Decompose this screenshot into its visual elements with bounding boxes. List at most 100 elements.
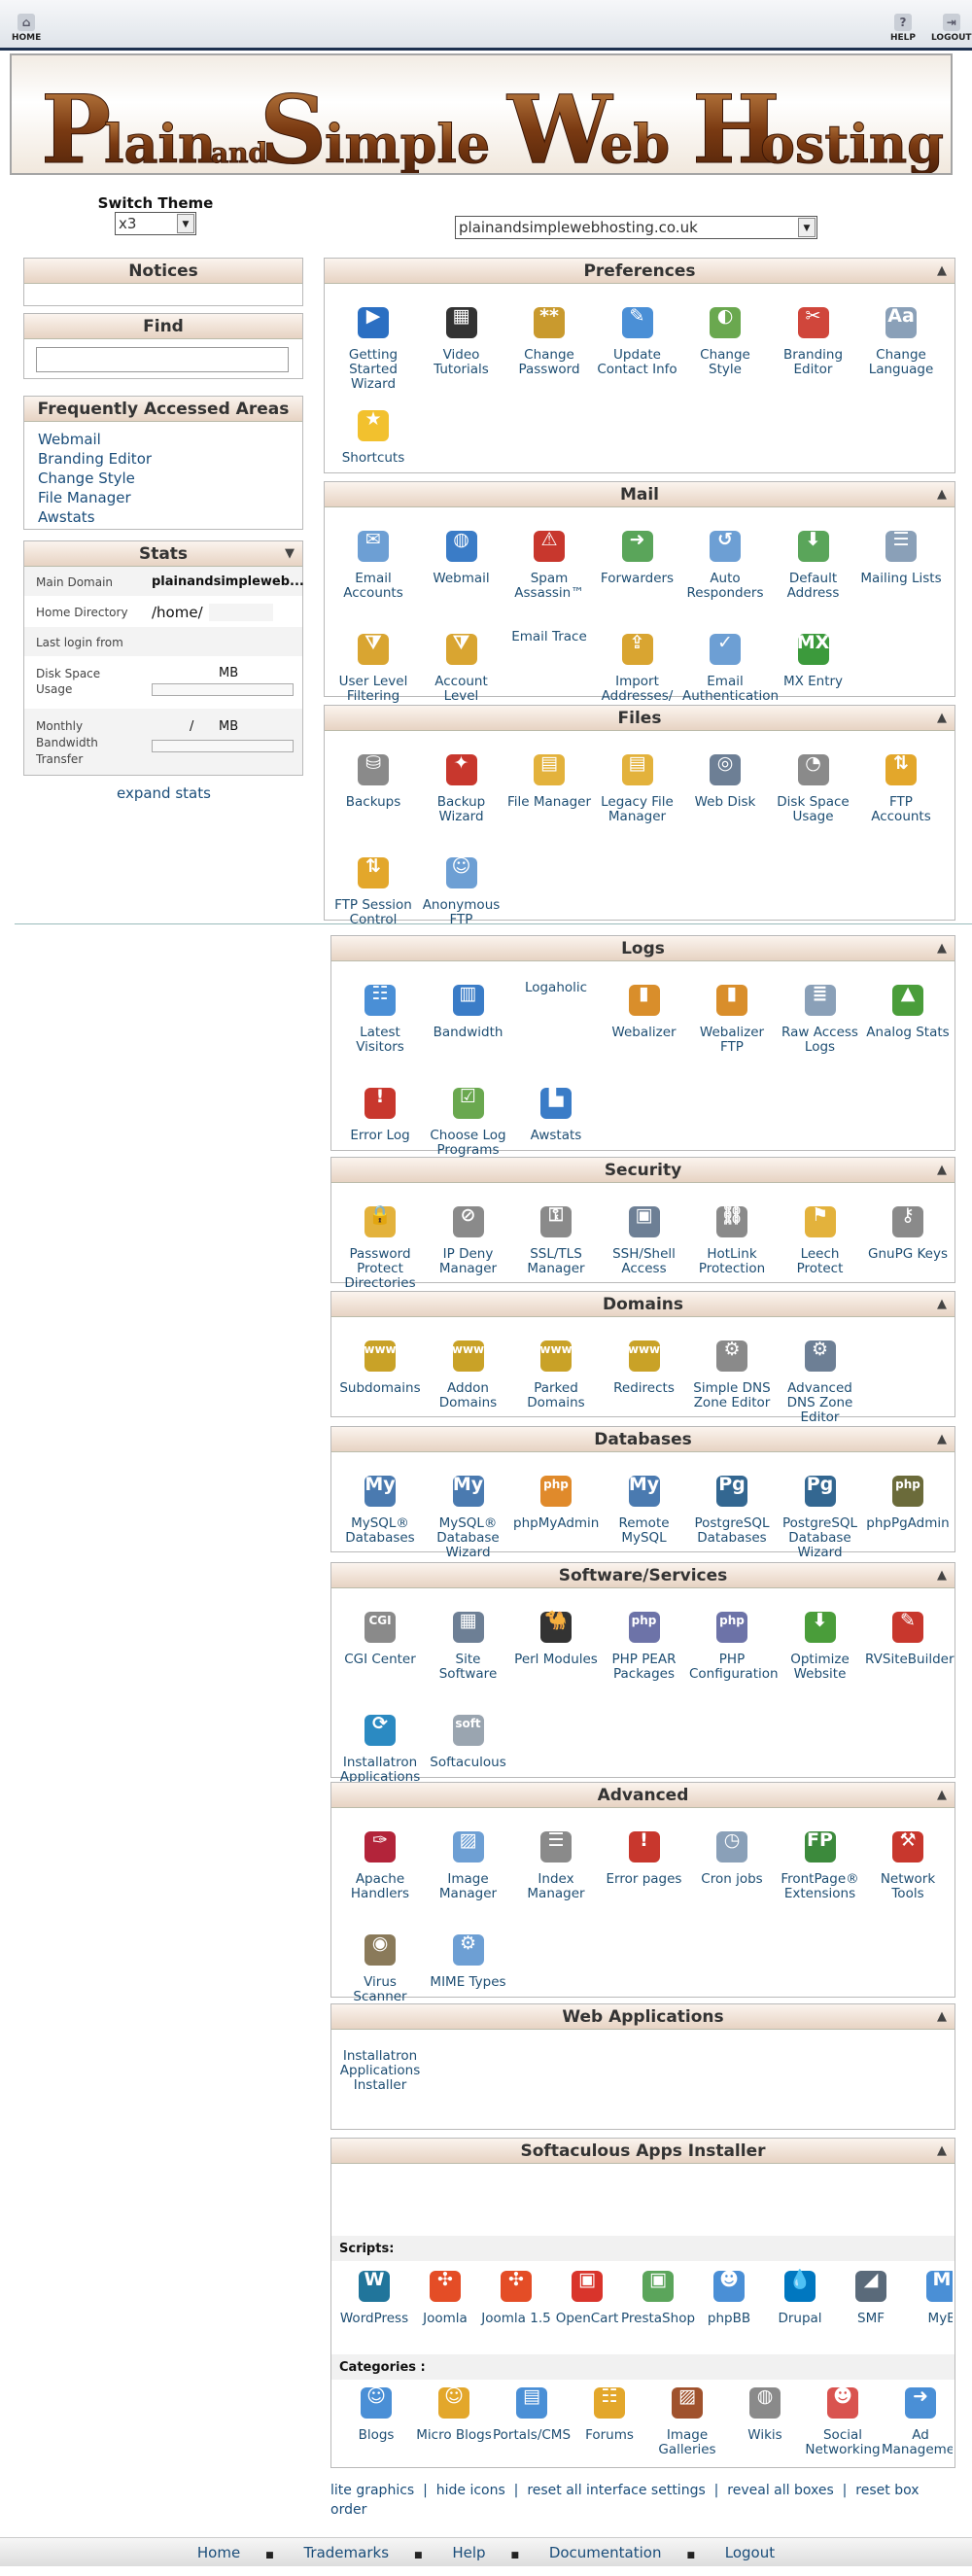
item-password-protect-directories[interactable]: 🔒 Password Protect Directories	[337, 1202, 423, 1291]
logout-link[interactable]: ⇥ LOGOUT	[931, 14, 972, 43]
item-redirects[interactable]: www Redirects	[602, 1337, 687, 1396]
item-rvsitebuilder[interactable]: ✎ RVSiteBuilder	[865, 1608, 955, 1667]
item-softaculous[interactable]: soft Softaculous	[426, 1711, 511, 1770]
footer-help-link[interactable]: Help	[452, 2544, 485, 2561]
item-raw-access-logs[interactable]: ≣ Raw Access Logs	[778, 981, 863, 1055]
item-blogs[interactable]: ☺ Blogs	[337, 2384, 415, 2443]
help-link[interactable]: ? HELP	[890, 14, 916, 43]
reveal-boxes-link[interactable]: reveal all boxes	[727, 2483, 833, 2498]
item-analog-stats[interactable]: ▲ Analog Stats	[865, 981, 951, 1040]
hide-icons-link[interactable]: hide icons	[436, 2483, 505, 2498]
item-ip-deny-manager[interactable]: ⊘ IP Deny Manager	[426, 1202, 511, 1276]
item-postgresql-database-wizard[interactable]: Pg PostgreSQL Database Wizard	[778, 1472, 863, 1560]
item-spam-assassin[interactable]: ⚠ Spam Assassin™	[506, 527, 592, 601]
item-advanced-dns-zone-editor[interactable]: ⚙ Advanced DNS Zone Editor	[778, 1337, 863, 1425]
item-virus-scanner[interactable]: ◉ Virus Scanner	[337, 1931, 423, 2004]
item-installatron-applications-installer[interactable]: Installatron Applications Installer	[337, 2049, 423, 2093]
item-smf[interactable]: ◢ SMF	[834, 2267, 908, 2326]
item-latest-visitors[interactable]: ☷ Latest Visitors	[337, 981, 423, 1055]
item-mysql-databases[interactable]: My MySQL® Databases	[337, 1472, 423, 1546]
item-parked-domains[interactable]: www Parked Domains	[513, 1337, 599, 1410]
item-forums[interactable]: ☷ Forums	[571, 2384, 648, 2443]
item-default-address[interactable]: ⬇ Default Address	[771, 527, 856, 601]
item-portals-cms[interactable]: ▤ Portals/CMS	[493, 2384, 571, 2443]
item-phpbb[interactable]: ☻ phpBB	[692, 2267, 766, 2326]
item-joomla[interactable]: ✣ Joomla	[408, 2267, 482, 2326]
item-joomla-1-5[interactable]: ✣ Joomla 1.5	[479, 2267, 553, 2326]
item-webalizer[interactable]: ▮ Webalizer	[602, 981, 687, 1040]
item-phppgadmin[interactable]: php phpPgAdmin	[865, 1472, 951, 1531]
item-change-password[interactable]: ** Change Password	[506, 303, 592, 377]
item-simple-dns-zone-editor[interactable]: ⚙ Simple DNS Zone Editor	[689, 1337, 775, 1410]
item-addon-domains[interactable]: www Addon Domains	[426, 1337, 511, 1410]
item-ad-management[interactable]: ➜Ad Management	[882, 2384, 953, 2457]
item-drupal[interactable]: 💧 Drupal	[763, 2267, 837, 2326]
item-apache-handlers[interactable]: ✑ Apache Handlers	[337, 1828, 423, 1901]
item-change-style[interactable]: ◐ Change Style	[682, 303, 768, 377]
item-php-pear-packages[interactable]: php PHP PEAR Packages	[602, 1608, 687, 1682]
faa-link-webmail[interactable]: Webmail	[38, 430, 152, 449]
item-mailing-lists[interactable]: ☰ Mailing Lists	[858, 527, 944, 586]
footer-trademarks-link[interactable]: Trademarks	[303, 2544, 389, 2561]
item-wordpress[interactable]: W WordPress	[337, 2267, 411, 2326]
item-opencart[interactable]: ▣ OpenCart	[550, 2267, 624, 2326]
item-bandwidth[interactable]: ▥ Bandwidth	[426, 981, 511, 1040]
item-awstats[interactable]: ▙ Awstats	[513, 1084, 599, 1143]
footer-home-link[interactable]: Home	[197, 2544, 240, 2561]
item-web-disk[interactable]: ◎ Web Disk	[682, 750, 768, 810]
item-user-level-filtering[interactable]: ⧩ User Level Filtering	[330, 630, 416, 704]
item-remote-mysql[interactable]: My Remote MySQL	[602, 1472, 687, 1546]
item-cron-jobs[interactable]: ◷ Cron jobs	[689, 1828, 775, 1887]
item-perl-modules[interactable]: 🐪 Perl Modules	[513, 1608, 599, 1667]
item-site-software[interactable]: ▦ Site Software	[426, 1608, 511, 1682]
collapse-arrow-icon[interactable]: ▲	[937, 2139, 947, 2164]
item-phpmyadmin[interactable]: php phpMyAdmin	[513, 1472, 599, 1531]
item-cgi-center[interactable]: CGI CGI Center	[337, 1608, 423, 1667]
item-subdomains[interactable]: www Subdomains	[337, 1337, 423, 1396]
item-backup-wizard[interactable]: ✦ Backup Wizard	[419, 750, 504, 824]
item-wikis[interactable]: ◍ Wikis	[726, 2384, 804, 2443]
item-branding-editor[interactable]: ✂ Branding Editor	[771, 303, 856, 377]
reset-interface-link[interactable]: reset all interface settings	[527, 2483, 705, 2498]
item-error-pages[interactable]: ! Error pages	[602, 1828, 687, 1887]
item-update-contact-info[interactable]: ✎ Update Contact Info	[595, 303, 680, 377]
item-micro-blogs[interactable]: ☺ Micro Blogs	[415, 2384, 493, 2443]
item-error-log[interactable]: ! Error Log	[337, 1084, 423, 1143]
item-prestashop[interactable]: ▣ PrestaShop	[621, 2267, 695, 2326]
item-gnupg-keys[interactable]: ⚷ GnuPG Keys	[865, 1202, 951, 1262]
item-index-manager[interactable]: ☰ Index Manager	[513, 1828, 599, 1901]
faa-link-change-style[interactable]: Change Style	[38, 469, 152, 488]
domain-select[interactable]: plainandsimplewebhosting.co.uk ▼	[455, 216, 817, 239]
item-email-accounts[interactable]: ✉ Email Accounts	[330, 527, 416, 601]
item-ftp-accounts[interactable]: ⇅ FTP Accounts	[858, 750, 944, 824]
home-link[interactable]: ⌂ HOME	[12, 14, 41, 43]
faa-link-awstats[interactable]: Awstats	[38, 507, 152, 527]
item-mx-entry[interactable]: MX MX Entry	[771, 630, 856, 689]
theme-select[interactable]: x3 ▼	[115, 212, 196, 235]
faa-link-file-manager[interactable]: File Manager	[38, 488, 152, 507]
expand-stats-link[interactable]: expand stats	[117, 783, 211, 803]
item-myb[interactable]: M MyB	[905, 2267, 953, 2326]
item-auto-responders[interactable]: ↺ Auto Responders	[682, 527, 768, 601]
item-shortcuts[interactable]: ★ Shortcuts	[330, 406, 416, 466]
collapse-arrow-icon[interactable]: ▼	[285, 541, 295, 567]
item-webalizer-ftp[interactable]: ▮ Webalizer FTP	[689, 981, 775, 1055]
item-logaholic[interactable]: Logaholic	[513, 981, 599, 995]
stats-header[interactable]: Stats ▼	[24, 541, 302, 567]
item-forwarders[interactable]: ➜ Forwarders	[595, 527, 680, 586]
item-php-configuration[interactable]: php PHP Configuration	[689, 1608, 779, 1682]
footer-logout-link[interactable]: Logout	[725, 2544, 775, 2561]
item-social-networking[interactable]: ☻ Social Networking	[804, 2384, 882, 2457]
faa-link-branding-editor[interactable]: Branding Editor	[38, 449, 152, 469]
item-disk-space-usage[interactable]: ◔ Disk Space Usage	[771, 750, 856, 824]
item-ssl-tls-manager[interactable]: ⚿ SSL/TLS Manager	[513, 1202, 599, 1276]
item-mime-types[interactable]: ⚙ MIME Types	[426, 1931, 511, 1990]
item-change-language[interactable]: Aa Change Language	[858, 303, 944, 377]
item-hotlink-protection[interactable]: ⛓ HotLink Protection	[689, 1202, 775, 1276]
lite-graphics-link[interactable]: lite graphics	[330, 2483, 414, 2498]
item-getting-started-wizard[interactable]: ▶ Getting Started Wizard	[330, 303, 416, 392]
item-image-manager[interactable]: ▨ Image Manager	[426, 1828, 511, 1901]
item-image-galleries[interactable]: ▨ Image Galleries	[648, 2384, 726, 2457]
find-input[interactable]	[36, 347, 289, 372]
item-webmail[interactable]: ◍ Webmail	[419, 527, 504, 586]
